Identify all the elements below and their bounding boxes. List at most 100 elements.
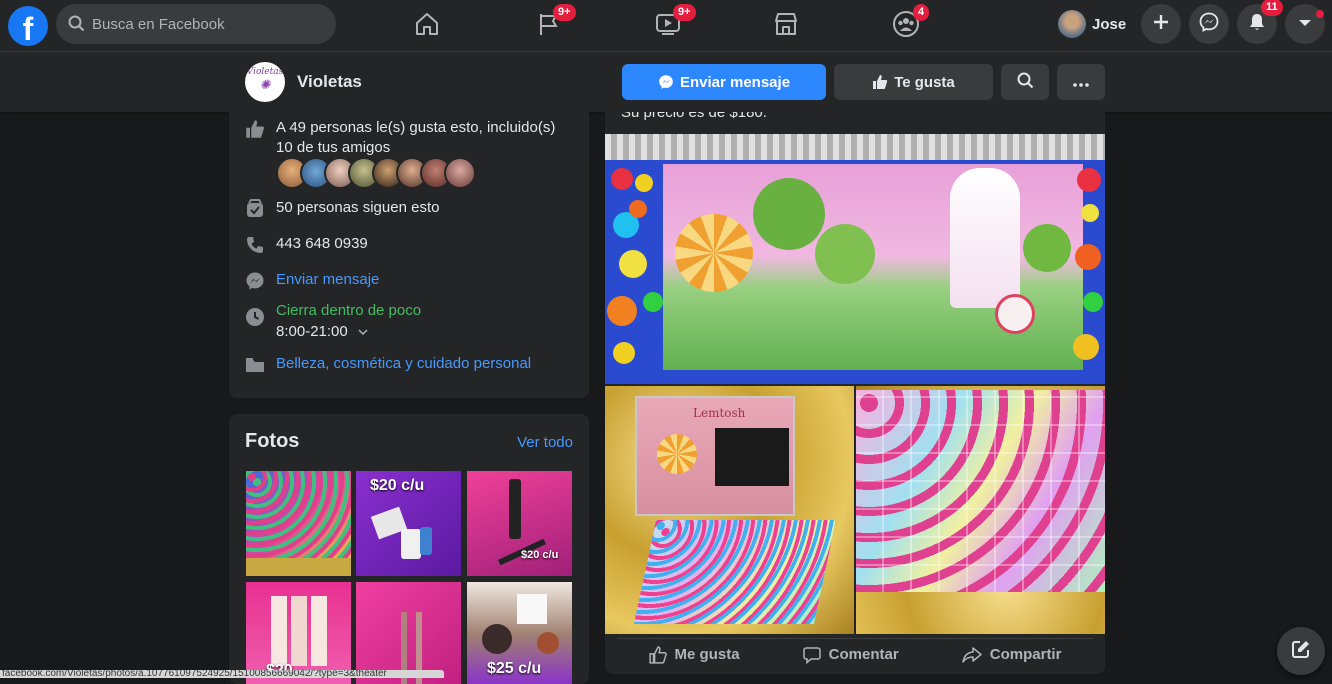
facebook-logo[interactable]: f — [8, 6, 48, 46]
profile-chip[interactable]: Jose — [1054, 6, 1134, 42]
notifications-button[interactable]: 11 — [1237, 0, 1283, 44]
phone-icon — [245, 234, 265, 261]
post-photo-bottom-left[interactable]: Lemtosh — [605, 386, 854, 634]
share-button[interactable]: Compartir — [950, 640, 1074, 670]
photo-thumbnail[interactable] — [246, 471, 351, 576]
message-row: Enviar mensaje — [245, 270, 379, 297]
avatar — [1058, 10, 1086, 38]
avatar[interactable] — [444, 157, 476, 189]
category-row: Belleza, cosmética y cuidado personal — [245, 354, 531, 381]
like-page-button[interactable]: Te gusta — [834, 64, 993, 100]
decor-dot — [607, 296, 637, 326]
logo-badge — [995, 294, 1035, 334]
comment-icon — [802, 646, 821, 664]
cake-shape — [950, 168, 1020, 308]
decor-dot — [1075, 244, 1101, 270]
bell-icon — [1247, 12, 1267, 37]
compose-icon — [1291, 639, 1311, 664]
product-shape — [537, 632, 559, 654]
more-options-button[interactable] — [1057, 64, 1105, 100]
send-message-link[interactable]: Enviar mensaje — [276, 270, 379, 297]
clock-icon — [245, 301, 265, 342]
page-search-button[interactable] — [1001, 64, 1049, 100]
photo-thumbnail[interactable]: $25 c/u — [467, 582, 572, 684]
search-box[interactable] — [56, 4, 336, 44]
nav-tab-groups[interactable]: 4 — [850, 0, 962, 52]
hours-dropdown[interactable]: 8:00-21:00 — [276, 322, 421, 342]
decor-dot — [611, 168, 633, 190]
top-navigation-bar: f 9+ 9+ 4 Jose 11 — [0, 0, 1332, 52]
friends-avatars[interactable] — [276, 157, 476, 189]
post-photo-main[interactable] — [605, 134, 1105, 384]
home-icon — [414, 11, 440, 42]
product-brand: Lemtosh — [693, 406, 746, 420]
decor-dot — [1077, 168, 1101, 192]
thumbs-up-icon — [245, 118, 265, 158]
phone-number[interactable]: 443 648 0939 — [276, 234, 368, 261]
comment-button[interactable]: Comentar — [791, 640, 911, 670]
photo-thumbnail[interactable] — [356, 582, 461, 684]
browser-status-bar: facebook.com/Violetas/photos/a.107761097… — [0, 670, 444, 678]
price-caption: $25 c/u — [487, 660, 542, 677]
groups-badge: 4 — [913, 4, 930, 21]
product-shape — [517, 594, 547, 624]
photo-thumbnail[interactable]: $20 c/u — [356, 471, 461, 576]
like-button[interactable]: Me gusta — [637, 640, 752, 670]
thumbs-up-icon — [872, 74, 888, 90]
unread-dot — [1316, 10, 1324, 18]
category-icon — [245, 354, 265, 381]
decor-dot — [1081, 204, 1099, 222]
about-card: A 49 personas le(s) gusta esto, incluido… — [229, 112, 589, 398]
photo-thumbnail[interactable]: $20 — [246, 582, 351, 684]
more-icon — [1073, 74, 1089, 91]
lollipop-shape — [675, 214, 753, 292]
category-link[interactable]: Belleza, cosmética y cuidado personal — [276, 354, 531, 381]
watch-badge: 9+ — [673, 4, 696, 21]
followers-text: 50 personas siguen esto — [276, 199, 440, 216]
open-status: Cierra dentro de poco — [276, 302, 422, 319]
decor-dot — [629, 200, 647, 218]
send-message-button[interactable]: Enviar mensaje — [622, 64, 826, 100]
create-button[interactable] — [1141, 4, 1181, 44]
account-menu-button[interactable] — [1285, 4, 1325, 44]
see-all-photos-link[interactable]: Ver todo — [517, 434, 573, 451]
new-message-button[interactable] — [1277, 627, 1325, 675]
decor-dot — [1083, 292, 1103, 312]
page-title[interactable]: Violetas — [297, 72, 362, 92]
search-input[interactable] — [92, 4, 322, 44]
decor-dot — [619, 250, 647, 278]
flower-icon: ✺ — [259, 78, 271, 93]
hours-row: Cierra dentro de poco 8:00-21:00 — [245, 301, 421, 342]
photo-thumbnail[interactable]: $20 c/u — [467, 471, 572, 576]
nav-tab-pages[interactable]: 9+ — [493, 0, 605, 52]
likes-row: A 49 personas le(s) gusta esto, incluido… — [245, 118, 565, 158]
store-icon — [773, 11, 799, 42]
post-photo-bottom-right[interactable] — [856, 386, 1105, 634]
page-logo[interactable]: Violetas ✺ — [245, 62, 285, 102]
messenger-icon — [1199, 12, 1219, 37]
followers-row: 50 personas siguen esto — [245, 198, 439, 225]
palette-grid — [856, 390, 1105, 592]
send-message-label: Enviar mensaje — [679, 73, 791, 91]
nav-tab-marketplace[interactable] — [730, 0, 842, 52]
price-caption: $20 c/u — [521, 549, 559, 561]
tree-shape — [815, 224, 875, 284]
search-icon — [68, 15, 85, 37]
lollipop-shape — [657, 434, 697, 474]
decor-dot — [643, 292, 663, 312]
nav-tab-watch[interactable]: 9+ — [612, 0, 724, 52]
share-icon — [962, 646, 982, 664]
photos-title: Fotos — [245, 430, 300, 452]
notifications-badge: 11 — [1261, 0, 1283, 16]
pages-badge: 9+ — [553, 4, 576, 21]
messenger-button[interactable] — [1189, 4, 1229, 44]
plus-icon — [1152, 13, 1170, 36]
thumbs-up-icon — [648, 645, 667, 664]
post-card: Su precio es de $180. Lemtosh Me gusta C… — [605, 112, 1105, 674]
decor-dot — [1073, 334, 1099, 360]
post-actions: Me gusta Comentar Compartir — [617, 638, 1093, 670]
nav-tab-home[interactable] — [371, 0, 483, 52]
hours-block: Cierra dentro de poco 8:00-21:00 — [276, 301, 421, 342]
product-shape — [482, 624, 512, 654]
product-shape — [311, 596, 327, 666]
